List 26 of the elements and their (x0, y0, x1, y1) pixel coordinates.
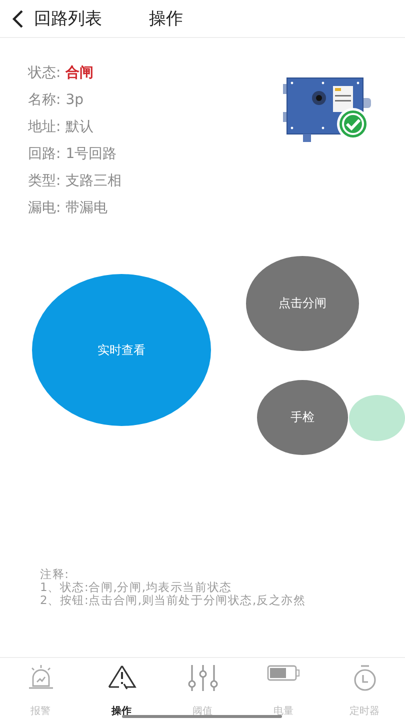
note-text: 注释: (40, 568, 70, 581)
status-circle (349, 394, 405, 440)
tab-item[interactable]: 定时器 (324, 658, 405, 718)
open-switch-button[interactable]: 点击分闸 (246, 256, 359, 351)
battery-icon (266, 664, 300, 682)
tab-item[interactable]: 阈值 (162, 658, 243, 718)
info-row-text: 状态: 合闸 (28, 64, 95, 83)
timer-icon (352, 664, 378, 692)
info-row-text: 类型: 支路三相 (28, 172, 122, 191)
manual-check-button[interactable]: 手检 (257, 380, 348, 455)
info-row-text: 地址: 默认 (28, 118, 95, 137)
tab-item[interactable]: 操作 (81, 658, 162, 718)
info-row-text: 漏电: 带漏电 (28, 199, 109, 218)
sliders-icon (186, 664, 218, 692)
tab-item[interactable]: 电量 (243, 658, 324, 718)
info-row-text: 名称: 3p (28, 91, 85, 110)
back-icon (12, 10, 24, 28)
tab-item[interactable]: 报警 (0, 658, 81, 718)
alarm-icon (26, 664, 54, 690)
note-text: 2、按钮:点击合闸,则当前处于分闸状态,反之亦然 (40, 594, 307, 607)
note-text: 1、状态:合闸,分闸,均表示当前状态 (40, 581, 233, 594)
live-view-button[interactable]: 实时查看 (32, 274, 211, 426)
back-button[interactable]: 回路列表 (12, 7, 102, 30)
page-title: 操作 (149, 8, 183, 30)
info-row-text: 回路: 1号回路 (28, 145, 118, 164)
warning-icon (106, 664, 136, 690)
